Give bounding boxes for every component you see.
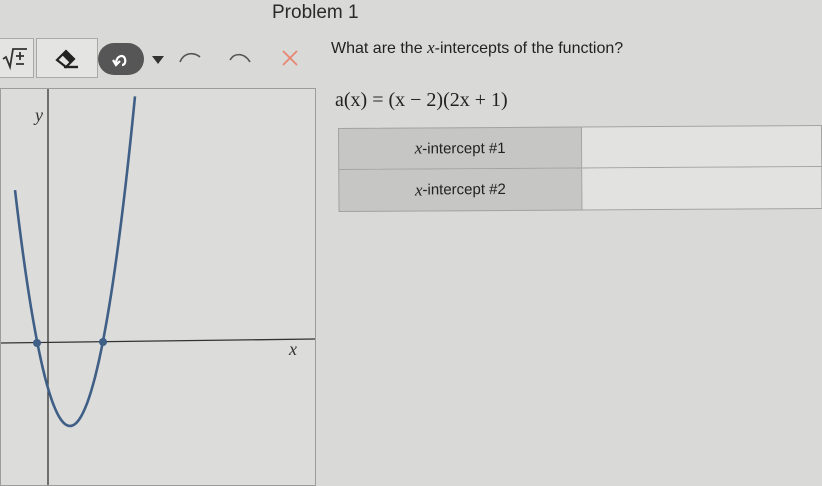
x-intercept-point-right[interactable] (99, 338, 107, 346)
answer-row: x -intercept #1 (338, 125, 822, 170)
parabola-curve (13, 96, 137, 428)
x-intercept-2-input[interactable] (582, 167, 822, 211)
question-text: What are the x-intercepts of the functio… (331, 38, 623, 58)
curve-right-icon[interactable] (226, 50, 254, 66)
undo-button[interactable] (98, 43, 144, 75)
y-axis-label: y (35, 105, 43, 125)
question-suffix: -intercepts of the function? (434, 40, 624, 57)
answer-row-label: x -intercept #1 (338, 126, 583, 170)
sqrt-plus-minus-icon (2, 48, 27, 71)
x-axis-label: x (289, 339, 297, 359)
math-keyboard-button[interactable] (0, 38, 34, 78)
answer-label-variable: x (414, 138, 423, 158)
x-intercept-point-left[interactable] (33, 339, 41, 347)
undo-icon (112, 54, 127, 67)
eraser-icon (55, 49, 78, 69)
question-prefix: What are the (331, 40, 423, 57)
answer-row-label: x -intercept #2 (338, 168, 583, 212)
graph-panel[interactable]: y x (0, 88, 316, 486)
answer-row: x -intercept #2 (338, 167, 822, 212)
close-icon[interactable] (281, 49, 299, 67)
graph-canvas[interactable] (1, 89, 316, 486)
question-variable: x (427, 38, 435, 57)
caret-down-icon[interactable] (151, 55, 165, 65)
function-expression: a(x) = (x − 2)(2x + 1) (335, 89, 508, 111)
curve-left-icon[interactable] (176, 50, 204, 66)
answer-label-text: -intercept #2 (422, 180, 506, 199)
problem-title: Problem 1 (272, 2, 359, 23)
answer-label-text: -intercept #1 (422, 139, 506, 157)
eraser-button[interactable] (36, 38, 98, 78)
answer-table: x -intercept #1 x -intercept #2 (338, 125, 822, 212)
x-intercept-1-input[interactable] (581, 125, 822, 169)
answer-label-variable: x (414, 179, 423, 200)
